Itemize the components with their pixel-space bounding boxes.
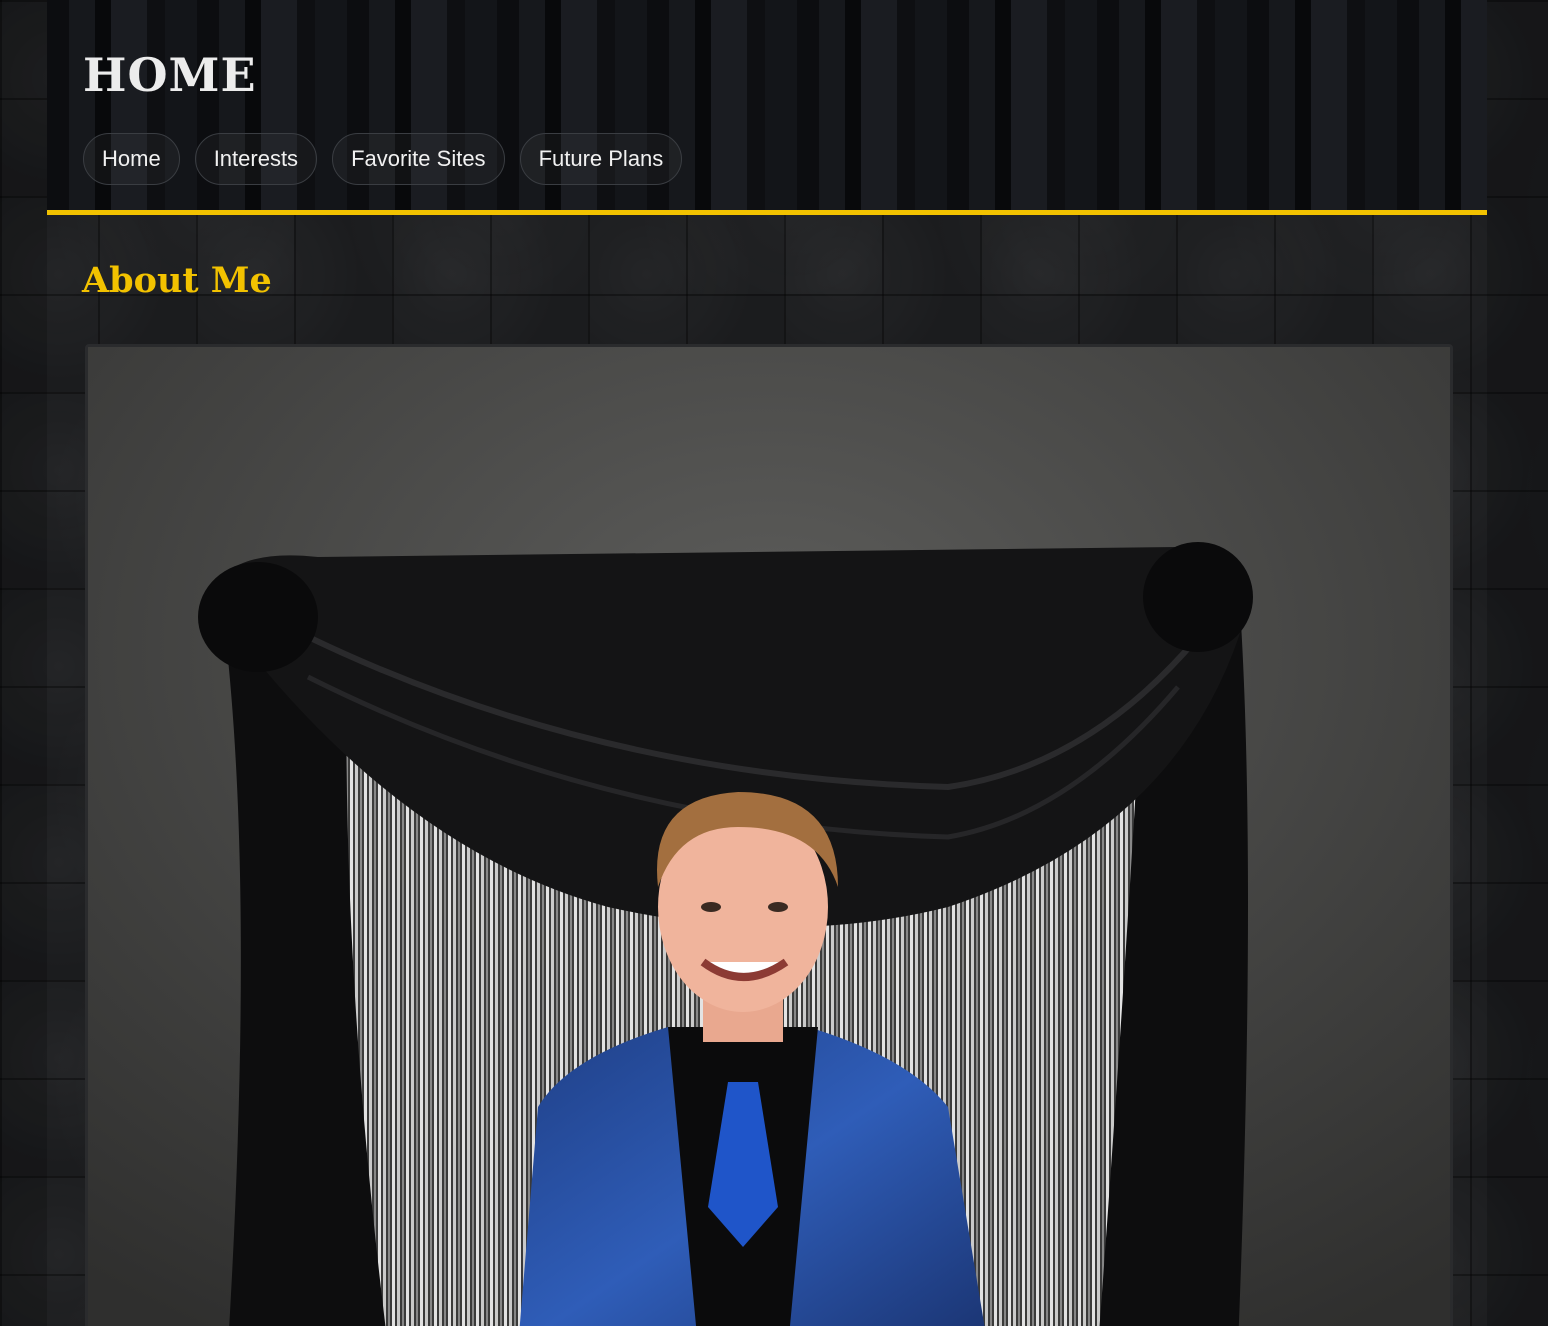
nav-link-favorite-sites[interactable]: Favorite Sites [332,133,505,185]
page-wrapper: HOME Home Interests Favorite Sites Futur… [47,0,1487,1326]
nav-item-favorite-sites: Favorite Sites [332,133,505,185]
portrait-illustration [88,347,1450,1326]
section-title: About Me [82,260,272,301]
nav-item-future-plans: Future Plans [519,133,683,185]
main-nav: Home Interests Favorite Sites Future Pla… [83,133,683,185]
right-gutter [1487,0,1548,1326]
nav-link-future-plans[interactable]: Future Plans [519,133,683,185]
portrait-photo [85,344,1453,1326]
nav-item-home: Home [83,133,180,185]
site-header: HOME Home Interests Favorite Sites Futur… [47,0,1487,215]
left-gutter [0,0,47,1326]
nav-item-interests: Interests [194,133,318,185]
nav-link-interests[interactable]: Interests [194,133,318,185]
right-knot [1143,542,1253,652]
site-title: HOME [83,48,257,102]
left-knot [198,562,318,672]
nav-link-home[interactable]: Home [83,133,180,185]
